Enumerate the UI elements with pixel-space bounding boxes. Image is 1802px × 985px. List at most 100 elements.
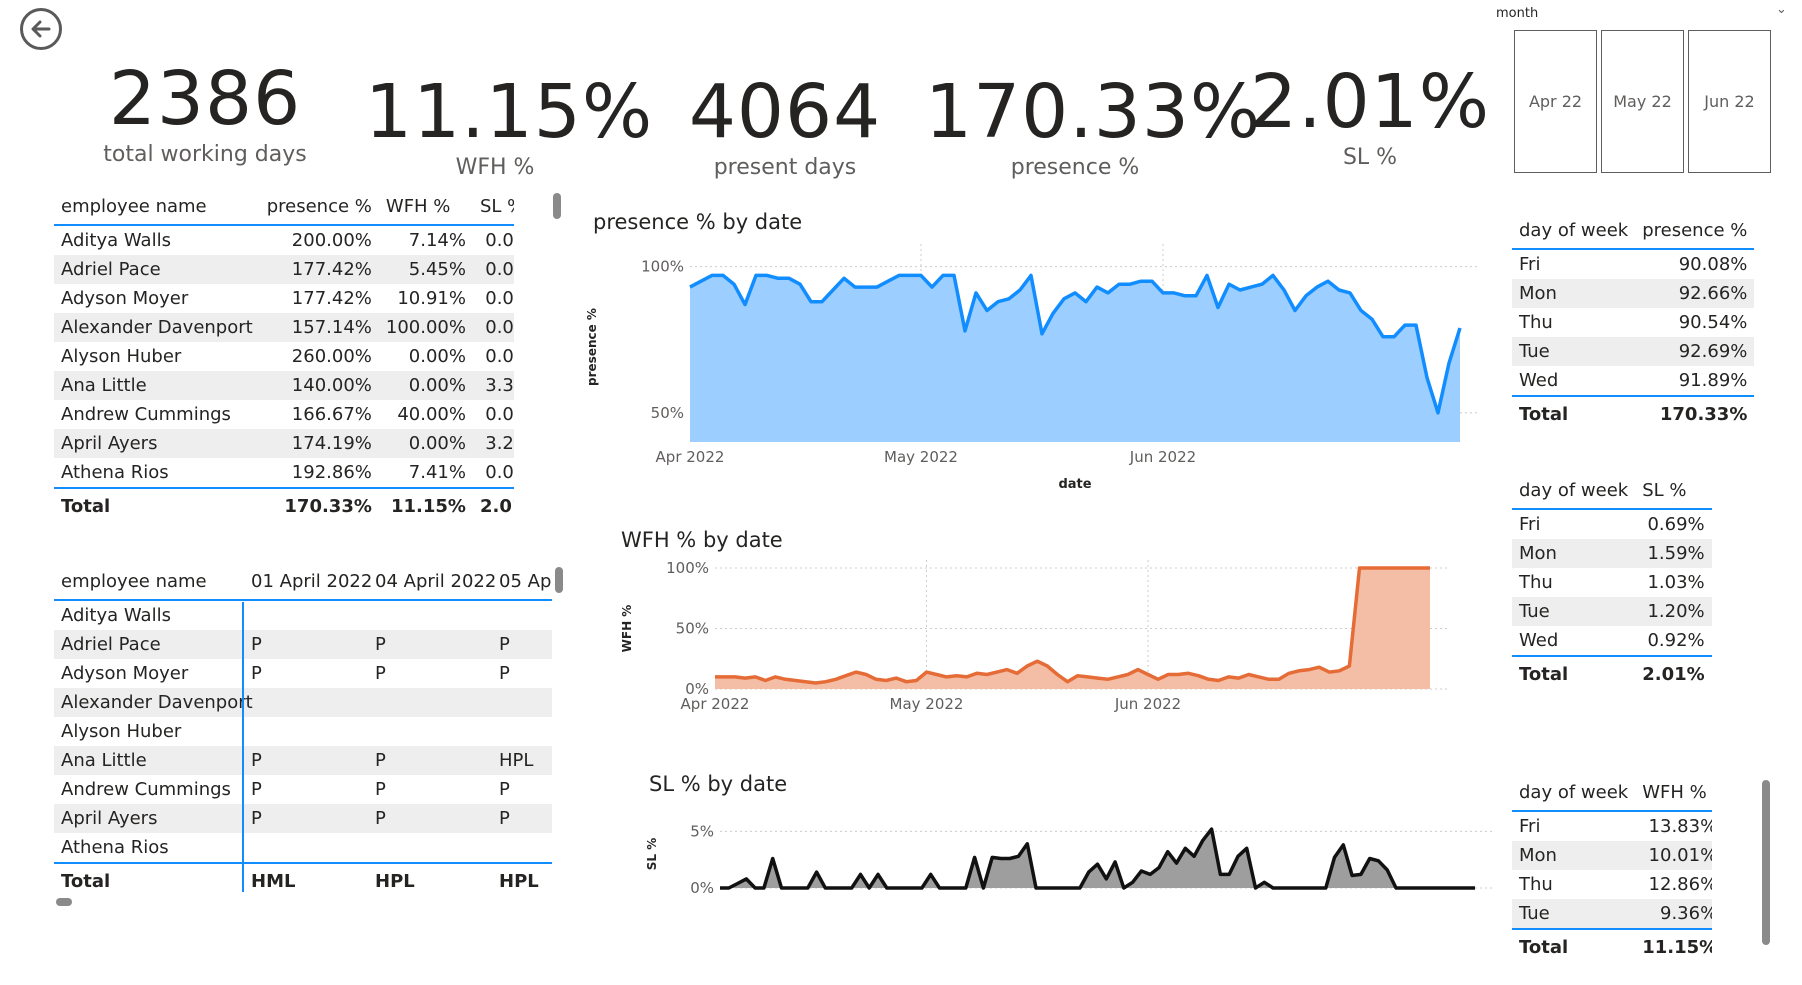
row-label: Fri bbox=[1519, 816, 1541, 837]
table-row[interactable]: Thu 1.03% bbox=[1512, 568, 1712, 597]
column-header[interactable]: WFH % bbox=[378, 188, 473, 226]
column-header[interactable]: 04 April 2022 bbox=[368, 563, 496, 601]
kpi-total-working-days: 2386 total working days bbox=[90, 62, 320, 167]
table-row[interactable]: Mon 10.01% bbox=[1512, 841, 1712, 870]
wfh-chart[interactable]: 100%50%0%Apr 2022 May 2022 Jun 2022WFH % bbox=[615, 556, 1475, 728]
table-row[interactable]: Andrew Cummings P P P bbox=[54, 775, 552, 804]
column-header[interactable]: SL % bbox=[472, 188, 514, 226]
table-row[interactable]: Ana Little P P HPL bbox=[54, 746, 552, 775]
cell-value: 0.92% bbox=[1647, 630, 1705, 651]
series-area bbox=[690, 275, 1460, 442]
table-row[interactable]: Wed 0.92% bbox=[1512, 626, 1712, 656]
cell-value: P bbox=[368, 804, 492, 833]
cell-value: P bbox=[375, 779, 386, 800]
table-row[interactable]: Tue 9.36% bbox=[1512, 899, 1712, 929]
column-header[interactable]: 05 Apri bbox=[492, 563, 552, 601]
table-row[interactable]: Fri 0.69% bbox=[1512, 509, 1712, 539]
column-header[interactable]: presence % bbox=[259, 188, 379, 226]
table-row[interactable]: Aditya Walls bbox=[54, 600, 552, 630]
chart-title: presence % by date bbox=[593, 210, 803, 234]
dow-presence-table[interactable]: day of week presence % Fri 90.08% Mon 92.66… bbox=[1512, 212, 1755, 431]
cell-value: P bbox=[492, 630, 552, 659]
table-row[interactable]: Adyson Moyer 177.42% 10.91% 0.00% bbox=[54, 284, 514, 313]
total-value: 170.33% bbox=[1635, 395, 1755, 431]
dow-wfh-table[interactable]: day of week WFH % Fri 13.83% Mon 10.01% Thu 1… bbox=[1512, 774, 1712, 979]
dow-sl-table[interactable]: day of week SL % Fri 0.69% Mon 1.59% Thu 1.03… bbox=[1512, 472, 1712, 691]
x-tick-label: Jun 2022 bbox=[1114, 695, 1181, 713]
cell-value: 12.86% bbox=[1648, 874, 1712, 895]
table-row[interactable]: Alexander Davenport157.14%100.00%0.00% bbox=[54, 313, 514, 342]
table-row[interactable]: Tue 92.69% bbox=[1512, 337, 1755, 366]
column-header[interactable]: 01 April 2022 bbox=[244, 563, 372, 601]
table-row[interactable]: Alyson Huber 260.00% 0.00% 0.00% bbox=[54, 342, 514, 371]
cell-value: 177.42% bbox=[291, 288, 372, 309]
slicer-option-apr[interactable]: Apr 22 bbox=[1514, 30, 1597, 173]
table-row[interactable]: Fri 13.83% bbox=[1512, 811, 1712, 841]
presence-chart[interactable]: 100% 50% Apr 2022 May 2022 Jun 2022 presence … bbox=[580, 238, 1480, 500]
scrollbar[interactable] bbox=[56, 898, 72, 906]
sl-chart[interactable]: 5% 0% SL % bbox=[640, 806, 1500, 912]
column-header[interactable]: WFH % bbox=[1635, 774, 1712, 812]
kpi-sl-percent: 2.01% SL % bbox=[1250, 65, 1490, 170]
table-row[interactable]: Mon 92.66% bbox=[1512, 279, 1755, 308]
table-row[interactable]: Alyson Huber bbox=[54, 717, 552, 746]
column-header[interactable]: employee name bbox=[54, 188, 260, 226]
cell-value: P bbox=[251, 779, 262, 800]
chevron-down-icon[interactable]: ⌄ bbox=[1776, 2, 1787, 17]
cell-value bbox=[368, 717, 492, 746]
column-header[interactable]: employee name bbox=[54, 563, 244, 601]
cell-value: 192.86% bbox=[291, 462, 372, 483]
cell-value: 1.59% bbox=[1635, 539, 1712, 568]
cell-value: P bbox=[492, 804, 552, 833]
table-row[interactable]: Thu 12.86% bbox=[1512, 870, 1712, 899]
row-label: Alexander Davenport bbox=[54, 313, 260, 342]
table-row[interactable]: Fri 90.08% bbox=[1512, 249, 1754, 279]
row-label: Ana Little bbox=[54, 371, 260, 400]
table-row[interactable]: April Ayers174.19%0.00%3.23% bbox=[54, 429, 514, 458]
cell-value: 13.83% bbox=[1648, 816, 1712, 837]
table-row[interactable]: Andrew Cummings 166.67% 40.00% 0.00% bbox=[54, 400, 514, 429]
row-label: Tue bbox=[1512, 337, 1636, 366]
cell-value bbox=[368, 833, 492, 863]
table-row[interactable]: Adyson Moyer P P P bbox=[54, 659, 552, 688]
slicer-title: month bbox=[1496, 6, 1539, 21]
scrollbar[interactable] bbox=[553, 193, 561, 219]
slicer-option-may[interactable]: May 22 bbox=[1601, 30, 1684, 173]
kpi-label: WFH % bbox=[455, 155, 535, 180]
column-header[interactable]: day of week bbox=[1512, 212, 1636, 250]
table-row[interactable]: Athena Rios 192.86% 7.41% 0.00% bbox=[54, 458, 514, 488]
table-row[interactable]: Aditya Walls 200.00% 7.14% 0.00% bbox=[54, 225, 514, 255]
total-row: Total HML HPL HPL bbox=[54, 862, 552, 893]
table-row[interactable]: Tue 1.20% bbox=[1512, 597, 1712, 626]
table-row[interactable]: Adriel Pace177.42%5.45%0.00% bbox=[54, 255, 514, 284]
y-tick-label: 50% bbox=[651, 404, 684, 422]
table-row[interactable]: April Ayers P P P bbox=[54, 804, 552, 833]
cell-value: 7.14% bbox=[408, 230, 466, 251]
total-value: HPL bbox=[368, 862, 492, 893]
slicer-option-jun[interactable]: Jun 22 bbox=[1688, 30, 1771, 173]
total-row: Total 11.15% bbox=[1512, 928, 1712, 964]
table-row[interactable]: Adriel Pace P P P bbox=[54, 630, 552, 659]
column-header[interactable]: day of week bbox=[1512, 774, 1636, 812]
scrollbar[interactable] bbox=[1762, 780, 1770, 945]
column-header[interactable]: presence % bbox=[1635, 212, 1755, 250]
attendance-matrix[interactable]: employee name 01 April 2022 04 April 202… bbox=[54, 563, 552, 893]
column-header[interactable]: SL % bbox=[1635, 472, 1712, 510]
row-label: Ana Little bbox=[54, 746, 244, 775]
table-row[interactable]: Athena Rios bbox=[54, 833, 552, 863]
back-button[interactable] bbox=[20, 8, 62, 50]
table-row[interactable]: Wed 91.89% bbox=[1512, 366, 1754, 396]
cell-value: 0.00% bbox=[378, 371, 473, 400]
employee-table[interactable]: employee name presence % WFH % SL % Adit… bbox=[54, 188, 514, 533]
table-header-row: employee name 01 April 2022 04 April 202… bbox=[54, 563, 552, 601]
column-header[interactable]: day of week bbox=[1512, 472, 1636, 510]
y-axis-title: SL % bbox=[645, 838, 659, 871]
scrollbar[interactable] bbox=[555, 567, 563, 593]
row-label: Wed bbox=[1519, 370, 1559, 391]
cell-value: 10.01% bbox=[1635, 841, 1712, 870]
table-row[interactable]: Thu 90.54% bbox=[1512, 308, 1754, 337]
table-row[interactable]: Mon 1.59% bbox=[1512, 539, 1712, 568]
row-label: Athena Rios bbox=[61, 837, 169, 858]
table-row[interactable]: Alexander Davenport bbox=[54, 688, 552, 717]
table-row[interactable]: Ana Little140.00%0.00%3.33% bbox=[54, 371, 514, 400]
